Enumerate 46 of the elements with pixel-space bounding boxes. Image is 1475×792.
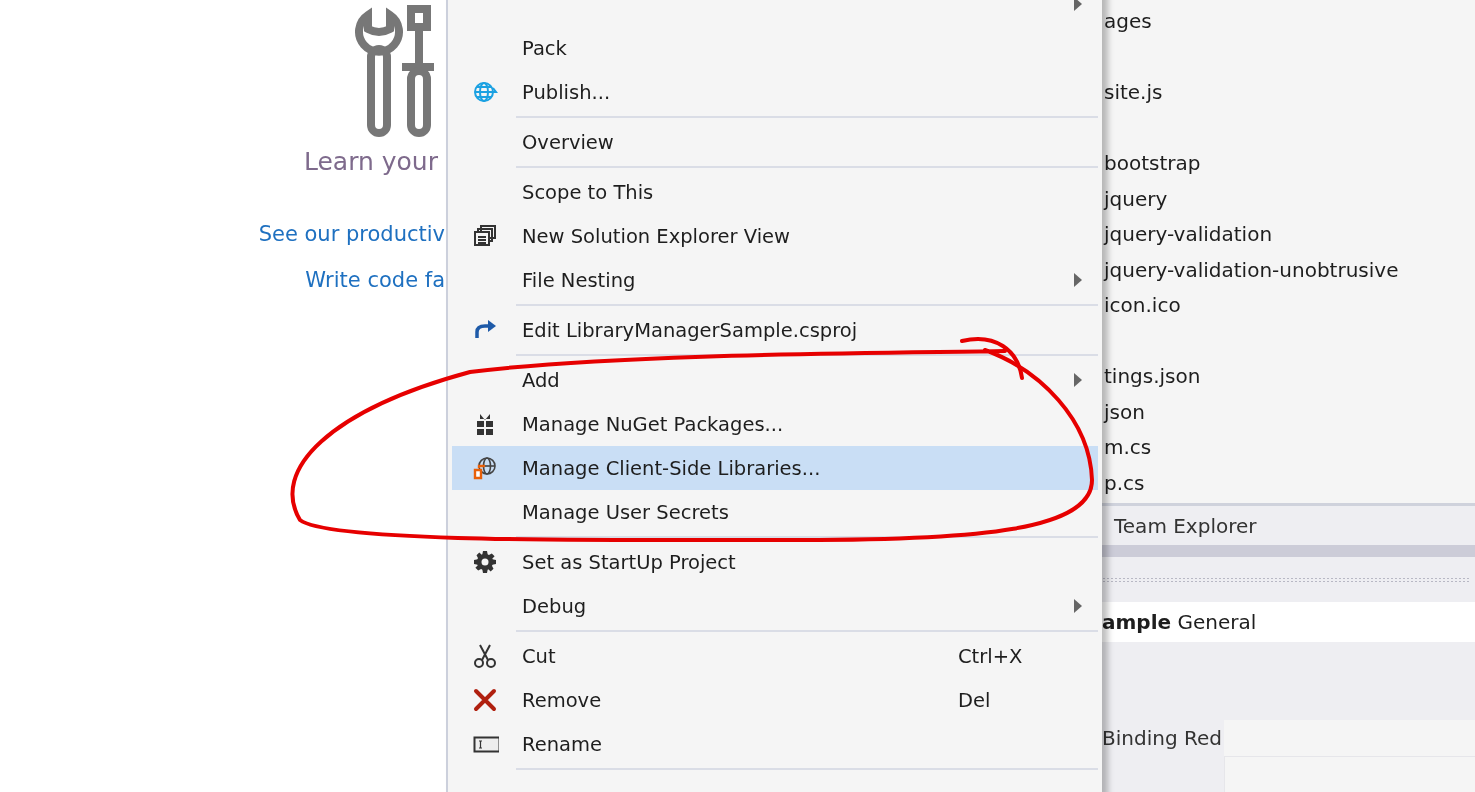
tree-item[interactable]: jquery-validation-unobtrusive: [1102, 252, 1475, 288]
tree-item[interactable]: ages: [1102, 4, 1475, 40]
menu-item[interactable]: Cut Ctrl+X: [452, 634, 1098, 678]
submenu-arrow-icon: [1074, 373, 1082, 387]
menu-item[interactable]: Edit LibraryManagerSample.csproj: [452, 308, 1098, 352]
globe-icon: [473, 456, 499, 480]
tree-item[interactable]: icon.ico: [1102, 288, 1475, 324]
tree-item[interactable]: json: [1102, 394, 1475, 430]
globe-icon: [473, 80, 499, 104]
link[interactable]: Write code fa: [305, 268, 446, 292]
submenu-arrow-icon: [1074, 273, 1082, 287]
tree-item[interactable]: jquery: [1102, 181, 1475, 217]
start-page-heading: Learn your: [303, 147, 439, 176]
menu-item[interactable]: Debug: [452, 584, 1098, 628]
tree-item[interactable]: p.cs: [1102, 465, 1475, 501]
scissors-icon: [473, 644, 499, 668]
menu-item[interactable]: Add: [452, 358, 1098, 402]
tree-item[interactable]: site.js: [1102, 39, 1475, 111]
tree-item[interactable]: m.cs: [1102, 430, 1475, 466]
menu-item[interactable]: Set as StartUp Project: [452, 540, 1098, 584]
menu-item[interactable]: Pack: [452, 26, 1098, 70]
menu-item[interactable]: Manage User Secrets: [452, 490, 1098, 534]
panel-title: Team Explorer: [1113, 513, 1257, 538]
menu-item[interactable]: File Nesting: [452, 258, 1098, 302]
menu-item[interactable]: Remove Del: [452, 678, 1098, 722]
tree-item[interactable]: jquery-validation: [1102, 217, 1475, 253]
menu-item[interactable]: Publish...: [452, 70, 1098, 114]
menu-item[interactable]: Rename: [452, 722, 1098, 766]
tree-item[interactable]: bootstrap: [1102, 110, 1475, 182]
submenu-arrow-icon: [1074, 599, 1082, 613]
shortcut-text: Del: [958, 688, 992, 712]
remove-icon: [473, 688, 499, 712]
menu-item[interactable]: Scope to This: [452, 170, 1098, 214]
menu-item[interactable]: Manage NuGet Packages...: [452, 402, 1098, 446]
menu-item[interactable]: New Solution Explorer View: [452, 214, 1098, 258]
windows-icon: [473, 224, 499, 248]
menu-item[interactable]: Manage Client-Side Libraries...: [452, 446, 1098, 490]
submenu-arrow-icon: [1074, 0, 1082, 11]
tools-icon: [354, 5, 436, 137]
gear-icon: [473, 550, 499, 574]
link[interactable]: See our productiv: [258, 222, 446, 246]
page-title: ample General: [1102, 602, 1475, 642]
menu-item[interactable]: Overview: [452, 120, 1098, 164]
tree-item[interactable]: tings.json: [1102, 323, 1475, 395]
link[interactable]: Binding Red: [1102, 720, 1224, 757]
shortcut-text: Ctrl+X: [958, 644, 1024, 668]
